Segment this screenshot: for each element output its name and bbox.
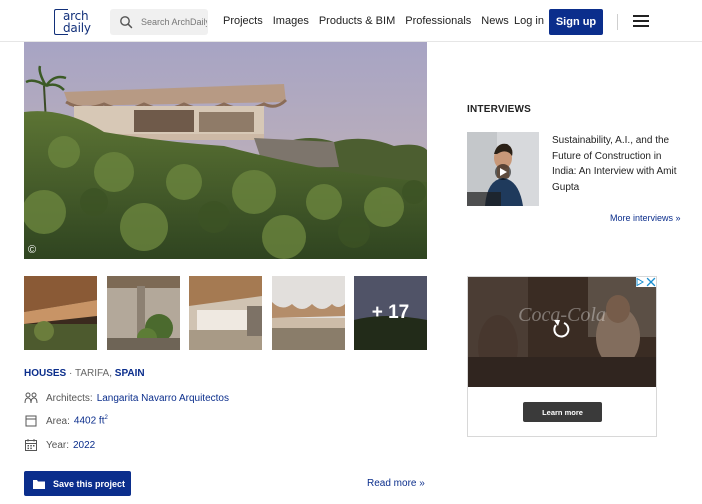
folder-icon — [33, 479, 45, 489]
thumbnail-more[interactable]: + 17 — [354, 276, 427, 350]
copyright-symbol: © — [28, 244, 37, 256]
area-icon — [25, 415, 37, 427]
main-nav: Projects Images Products & BIM Professio… — [223, 15, 509, 27]
ad-media[interactable]: Coca-Cola — [468, 277, 656, 387]
architects-row: Architects: Langarita Navarro Arquitecto… — [24, 391, 229, 405]
save-project-label: Save this project — [53, 478, 126, 489]
location-city[interactable]: TARIFA, — [75, 368, 115, 379]
logo-text-daily: daily — [63, 21, 91, 35]
advertisement[interactable]: Coca-Cola Learn more — [467, 276, 657, 437]
hamburger-menu-icon[interactable] — [633, 15, 649, 27]
header-divider — [617, 14, 618, 30]
year-link[interactable]: 2022 — [73, 440, 95, 451]
interview-video-thumbnail[interactable] — [467, 132, 539, 206]
interviews-heading: INTERVIEWS — [467, 104, 532, 115]
architects-link[interactable]: Langarita Navarro Arquitectos — [97, 393, 229, 404]
ad-close-icon[interactable] — [646, 277, 656, 337]
project-category-location: HOUSES · TARIFA, SPAIN — [24, 368, 145, 379]
category-separator: · — [66, 368, 75, 379]
ad-learn-more-button[interactable]: Learn more — [523, 402, 602, 422]
people-icon — [24, 392, 38, 404]
calendar-icon — [25, 439, 37, 451]
area-number: 4402 ft — [73, 415, 105, 427]
search-icon — [120, 16, 133, 29]
login-link[interactable]: Log in — [514, 15, 544, 27]
nav-news[interactable]: News — [481, 15, 509, 27]
interview-title-link[interactable]: Sustainability, A.I., and the Future of … — [552, 133, 688, 195]
area-row: Area: 4402 ft2 — [24, 414, 108, 428]
architects-label: Architects: — [46, 392, 93, 404]
thumbnail-1[interactable] — [24, 276, 97, 350]
year-row: Year: 2022 — [24, 438, 95, 452]
hero-image[interactable]: © — [24, 42, 427, 259]
search-input[interactable] — [141, 14, 207, 30]
area-value: 4402 ft2 — [74, 415, 108, 426]
more-images-count: + 17 — [371, 302, 410, 323]
ad-choices-icon — [636, 277, 644, 287]
nav-images[interactable]: Images — [273, 15, 309, 27]
thumbnail-4[interactable] — [272, 276, 345, 350]
search-box[interactable] — [110, 9, 208, 35]
site-header: arch daily Projects Images Products & BI… — [0, 0, 702, 42]
area-unit-superscript: 2 — [104, 415, 108, 422]
area-label: Area: — [46, 415, 70, 427]
signup-button[interactable]: Sign up — [549, 9, 603, 35]
year-label: Year: — [46, 439, 69, 451]
thumbnail-3[interactable] — [189, 276, 262, 350]
nav-projects[interactable]: Projects — [223, 15, 263, 27]
ad-choices-badge[interactable] — [636, 277, 656, 287]
nav-products-bim[interactable]: Products & BIM — [319, 15, 395, 27]
category-link[interactable]: HOUSES — [24, 368, 66, 379]
nav-professionals[interactable]: Professionals — [405, 15, 471, 27]
svg-text:Coca-Cola: Coca-Cola — [518, 304, 606, 326]
read-more-link[interactable]: Read more » — [367, 478, 425, 489]
more-interviews-link[interactable]: More interviews » — [610, 213, 681, 223]
thumbnail-2[interactable] — [107, 276, 180, 350]
location-country-link[interactable]: SPAIN — [115, 368, 145, 379]
archdaily-logo[interactable]: arch daily — [54, 9, 96, 35]
hero-photo-house-on-hill — [24, 42, 427, 259]
save-project-button[interactable]: Save this project — [24, 471, 131, 496]
